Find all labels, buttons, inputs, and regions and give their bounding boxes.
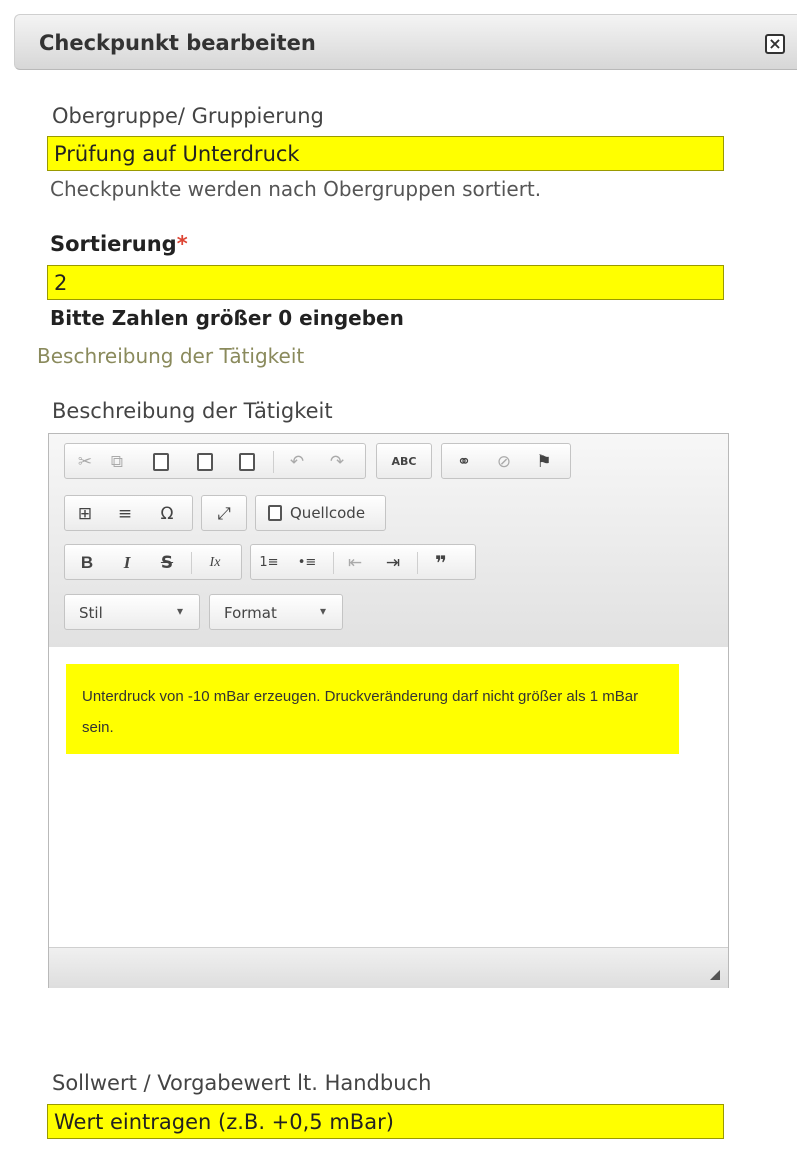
source-icon[interactable]	[265, 504, 285, 524]
unlink-icon[interactable]: ⊘	[494, 452, 514, 472]
format-dropdown-label: Format	[224, 604, 277, 622]
maximize-icon[interactable]: ⤢	[214, 504, 234, 524]
toolbar-group-source: Quellcode	[255, 495, 386, 531]
toolbar-separator	[333, 552, 334, 574]
toolbar-group-insert: ⊞ ≡ Ω	[64, 495, 193, 531]
chevron-down-icon: ▾	[320, 604, 327, 618]
sortierung-hint: Bitte Zahlen größer 0 eingeben	[50, 306, 404, 330]
sortierung-label-text: Sortierung	[50, 232, 177, 256]
rich-text-editor: ✂ ⧉ ↶ ↷ ABC ⚭ ⊘ ⚑ ⊞ ≡ Ω ⤢ Quellcode B I …	[48, 433, 729, 988]
strikethrough-button[interactable]: S	[157, 553, 177, 573]
toolbar-separator	[273, 451, 274, 473]
blockquote-icon[interactable]: ❞	[431, 553, 451, 573]
obergruppe-hint: Checkpunkte werden nach Obergruppen sort…	[50, 177, 542, 201]
bullet-list-icon[interactable]: •≡	[297, 553, 317, 573]
link-icon[interactable]: ⚭	[454, 452, 474, 472]
obergruppe-input[interactable]	[47, 136, 724, 171]
toolbar-group-spellcheck: ABC	[376, 443, 432, 479]
paste-text-icon[interactable]	[195, 452, 215, 472]
editor-content-text[interactable]: Unterdruck von -10 mBar erzeugen. Druckv…	[66, 664, 679, 754]
toolbar-group-maximize: ⤢	[201, 495, 247, 531]
anchor-icon[interactable]: ⚑	[534, 452, 554, 472]
bold-button[interactable]: B	[77, 553, 97, 573]
toolbar-group-paragraph: 1≡ •≡ ⇤ ⇥ ❞	[250, 544, 476, 580]
editor-footer	[49, 947, 728, 988]
italic-button[interactable]: I	[117, 553, 137, 573]
toolbar-group-basicstyles: B I S Ix	[64, 544, 242, 580]
beschreibung-label: Beschreibung der Tätigkeit	[52, 399, 333, 423]
paste-icon[interactable]	[151, 452, 171, 472]
dialog-header: Checkpunkt bearbeiten ×	[14, 14, 797, 70]
toolbar-separator	[417, 552, 418, 574]
toolbar-separator	[191, 552, 192, 574]
toolbar-group-clipboard: ✂ ⧉ ↶ ↷	[64, 443, 366, 479]
cut-icon[interactable]: ✂	[75, 452, 95, 472]
undo-icon[interactable]: ↶	[287, 452, 307, 472]
toolbar-group-links: ⚭ ⊘ ⚑	[441, 443, 571, 479]
table-icon[interactable]: ⊞	[75, 504, 95, 524]
required-marker: *	[176, 232, 188, 256]
sollwert-label: Sollwert / Vorgabewert lt. Handbuch	[52, 1071, 432, 1095]
sortierung-label: Sortierung*	[50, 232, 188, 256]
outdent-icon[interactable]: ⇤	[345, 553, 365, 573]
remove-format-button[interactable]: Ix	[205, 553, 225, 573]
source-button[interactable]: Quellcode	[290, 504, 365, 522]
style-dropdown[interactable]: Stil ▾	[64, 594, 200, 630]
editor-content-area[interactable]: Unterdruck von -10 mBar erzeugen. Druckv…	[49, 647, 728, 947]
spellcheck-icon[interactable]: ABC	[384, 452, 424, 472]
redo-icon[interactable]: ↷	[327, 452, 347, 472]
paste-word-icon[interactable]	[237, 452, 257, 472]
section-heading: Beschreibung der Tätigkeit	[37, 344, 305, 368]
special-char-icon[interactable]: Ω	[157, 504, 177, 524]
close-icon: ×	[768, 34, 782, 53]
horizontal-line-icon[interactable]: ≡	[115, 504, 135, 524]
indent-icon[interactable]: ⇥	[383, 553, 403, 573]
editor-toolbar: ✂ ⧉ ↶ ↷ ABC ⚭ ⊘ ⚑ ⊞ ≡ Ω ⤢ Quellcode B I …	[49, 434, 728, 648]
numbered-list-icon[interactable]: 1≡	[259, 553, 279, 573]
chevron-down-icon: ▾	[177, 604, 184, 618]
resize-handle-icon[interactable]	[710, 970, 720, 980]
sortierung-input[interactable]	[47, 265, 724, 300]
sollwert-input[interactable]	[47, 1104, 724, 1139]
close-button[interactable]: ×	[765, 34, 785, 54]
obergruppe-label: Obergruppe/ Gruppierung	[52, 104, 324, 128]
style-dropdown-label: Stil	[79, 604, 103, 622]
format-dropdown[interactable]: Format ▾	[209, 594, 343, 630]
dialog-title: Checkpunkt bearbeiten	[39, 31, 316, 55]
copy-icon[interactable]: ⧉	[107, 452, 127, 472]
